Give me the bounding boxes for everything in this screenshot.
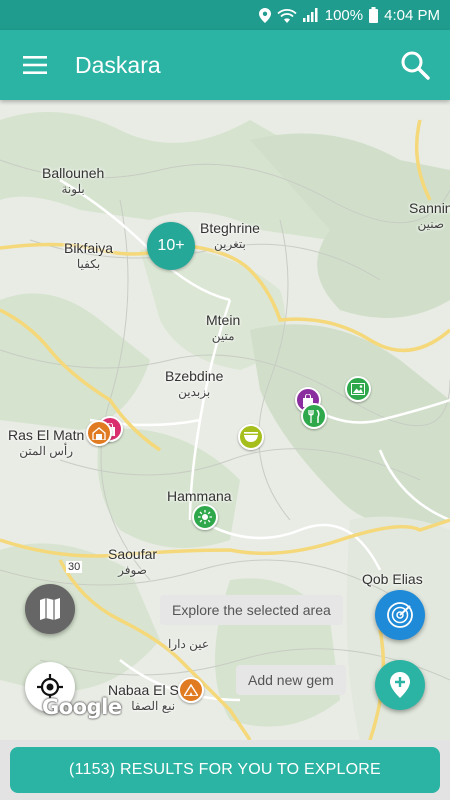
app-title: Daskara [75,51,161,78]
place-label-sannine: Sannin صنين [409,200,450,231]
place-label-bzebdine: Bzebdine بزبدين [165,368,224,399]
place-label-mtein: Mtein متين [206,312,241,343]
add-gem-label[interactable]: Add new gem [236,665,346,695]
place-label-bikfaiya: Bikfaiya بكفيا [64,240,114,271]
location-icon [258,7,271,23]
search-icon [401,51,430,80]
lodging-marker[interactable] [86,420,112,446]
add-location-icon [390,672,410,698]
bowl-icon [244,432,258,442]
wifi-icon [277,8,297,23]
place-label-dar: عين دارا [168,637,210,651]
radar-icon [387,602,413,628]
place-label-hammana: Hammana [167,488,232,504]
google-logo: Google [42,695,122,719]
explore-label[interactable]: Explore the selected area [160,595,343,625]
map-icon [40,598,60,620]
food-marker[interactable] [301,403,327,429]
sun-icon [198,510,212,524]
gallery-marker[interactable] [345,376,371,402]
menu-button[interactable] [0,30,70,100]
signal-icon [302,8,319,22]
road-number: 30 [66,561,83,573]
hamburger-icon [23,56,47,74]
place-label-bteghrine: Bteghrine بتغرين [200,220,260,251]
search-button[interactable] [380,30,450,100]
battery-icon [369,7,379,23]
place-label-saoufar: Saoufar صوفر [108,546,158,577]
camping-marker[interactable] [178,677,204,703]
bottom-bar: (1153) RESULTS FOR YOU TO EXPLORE [0,740,450,800]
map-type-button[interactable] [25,584,75,634]
app-bar: Daskara [0,30,450,100]
place-label-ballouneh: Ballouneh بلونة [42,165,105,196]
clock: 4:04 PM [384,6,440,24]
house-icon [92,426,106,440]
nature-marker[interactable] [192,504,218,530]
image-icon [351,383,365,395]
place-label-qob-elias: Qob Elias [362,571,423,587]
place-label-ras-el-matn: Ras El Matn رأس المتن [8,427,85,458]
explore-area-button[interactable] [375,590,425,640]
dining-marker[interactable] [238,424,264,450]
cutlery-icon [308,409,320,423]
battery-percent: 100% [324,6,364,24]
map-view[interactable]: Ballouneh بلونة Bikfaiya بكفيا Bteghrine بت… [0,100,450,740]
tent-icon [184,684,198,696]
add-gem-button[interactable] [375,660,425,710]
status-bar: 100% 4:04 PM [0,0,450,30]
marker-cluster[interactable]: 10+ [147,222,195,270]
results-button[interactable]: (1153) RESULTS FOR YOU TO EXPLORE [10,747,440,793]
